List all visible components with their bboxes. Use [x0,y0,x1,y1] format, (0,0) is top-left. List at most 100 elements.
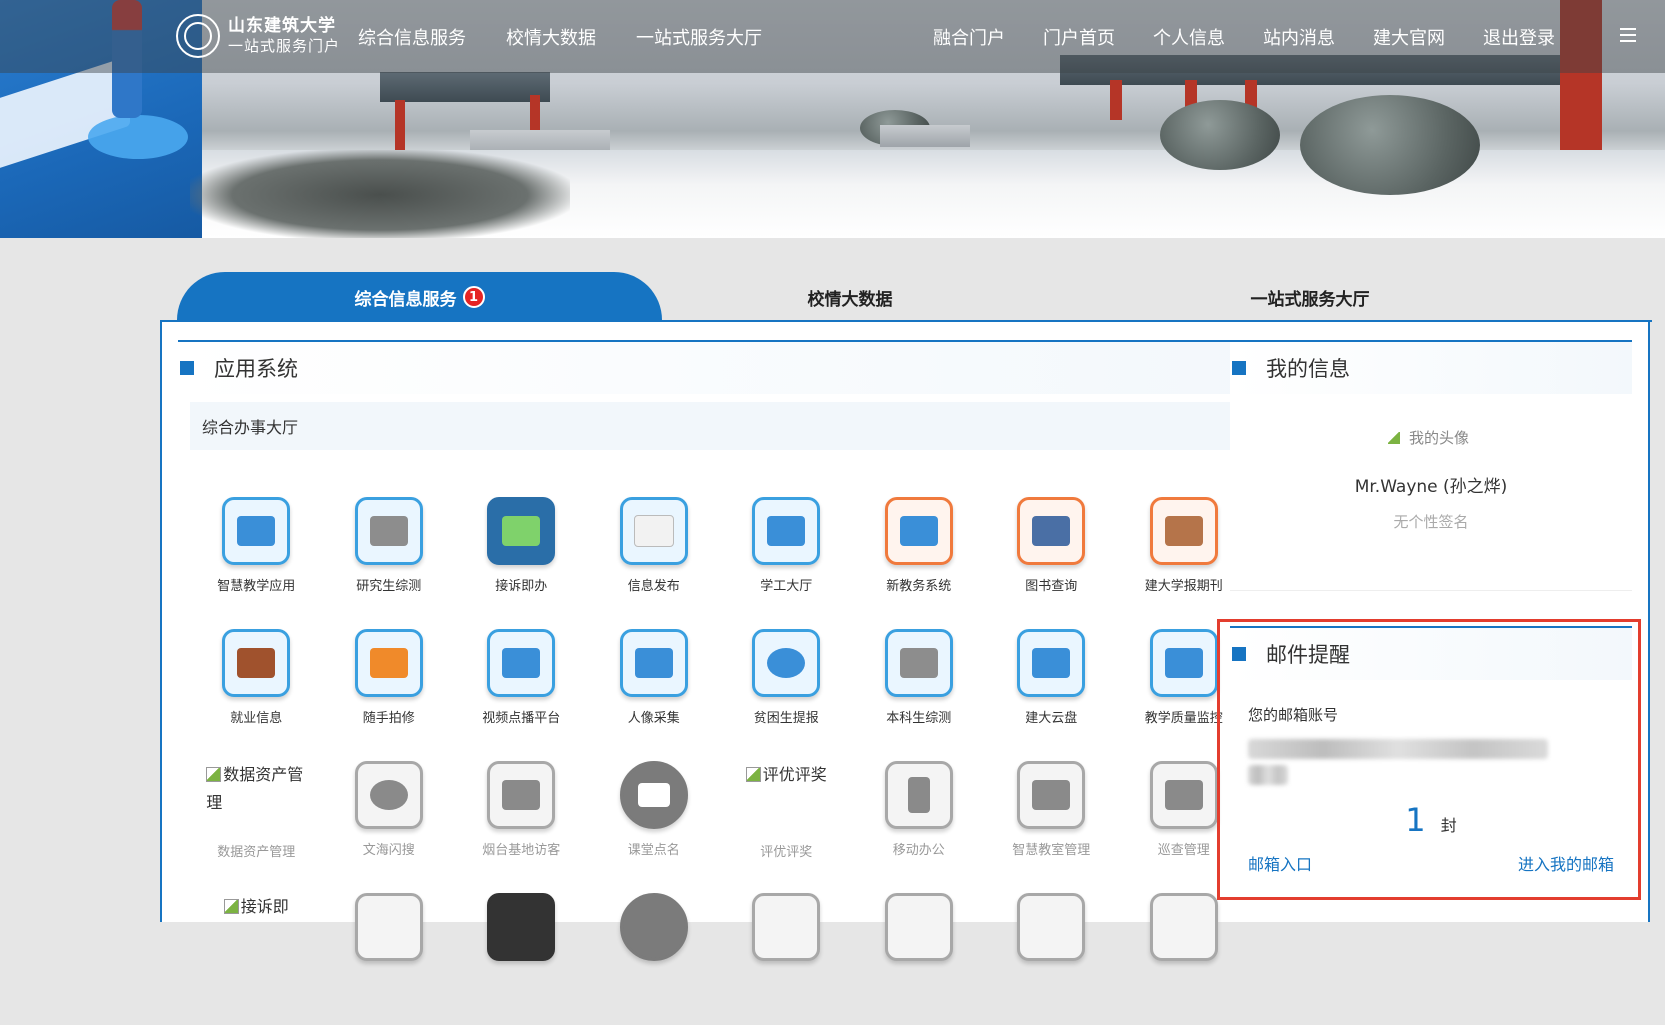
app-tile[interactable]: 接诉即 [190,893,323,1025]
portal-tabs: 综合信息服务 1 校情大数据 一站式服务大厅 [160,272,1650,322]
nav-personal-info[interactable]: 个人信息 [1153,24,1225,50]
app-label: 评优评奖 [760,845,813,860]
app-tile[interactable] [720,893,853,1025]
app-icon [487,893,556,961]
broken-image-icon [1388,432,1400,444]
nav-service-hall[interactable]: 一站式服务大厅 [636,24,762,50]
nav-integrated-info[interactable]: 综合信息服务 [358,24,466,50]
university-logo[interactable]: 山东建筑大学 一站式服务门户 [176,14,340,58]
app-tile[interactable]: 研究生综测 [323,497,456,629]
section-title: 我的信息 [1266,357,1350,381]
nav-campus-bigdata[interactable]: 校情大数据 [506,24,596,50]
open-my-mail-link[interactable]: 进入我的邮箱 [1518,851,1614,875]
mail-entry-link[interactable]: 邮箱入口 [1248,851,1312,875]
app-label: 移动办公 [892,843,945,858]
tab-campus-bigdata[interactable]: 校情大数据 [760,272,940,322]
app-tile[interactable]: 人像采集 [588,629,721,761]
app-tile[interactable]: 烟台基地访客 [455,761,588,893]
app-tile[interactable] [323,893,456,1025]
app-tile[interactable]: 数据资产管理 数据资产管理 [190,761,323,893]
app-tile[interactable]: 就业信息 [190,629,323,761]
section-title: 应用系统 [214,357,298,381]
app-label: 建大学报期刊 [1144,579,1223,594]
mail-count-unit: 封 [1440,816,1457,835]
nav-portal-home[interactable]: 门户首页 [1043,24,1115,50]
nav-university-website[interactable]: 建大官网 [1373,24,1445,50]
app-tile[interactable]: 贫困生提报 [720,629,853,761]
app-label: 建大云盘 [1025,711,1078,726]
nav-logout[interactable]: 退出登录 [1483,24,1555,50]
briefcase-icon [222,629,291,697]
tab-label: 一站式服务大厅 [1250,289,1370,310]
book-stack-icon [884,629,953,697]
app-tile[interactable]: 视频点播平台 [455,629,588,761]
avatar[interactable]: 我的头像 [1230,424,1632,452]
notification-badge: 1 [462,286,485,308]
university-name: 山东建筑大学 [228,16,336,36]
app-label: 随手拍修 [362,711,415,726]
app-label: 人像采集 [627,711,680,726]
app-label: 烟台基地访客 [482,843,561,858]
app-tile[interactable]: 移动办公 [853,761,986,893]
app-tile[interactable]: 建大云盘 [985,629,1118,761]
section-marker-icon [180,361,194,375]
image-alt-text: 接诉即 [240,897,289,916]
app-tile[interactable] [853,893,986,1025]
app-label: 智慧教学应用 [217,579,296,594]
nav-site-messages[interactable]: 站内消息 [1263,24,1335,50]
app-label: 研究生综测 [356,579,422,594]
section-header: 我的信息 [1230,342,1632,394]
tab-label: 校情大数据 [807,289,893,310]
app-tile[interactable]: 本科生综测 [853,629,986,761]
app-tile[interactable]: 新教务系统 [853,497,986,629]
app-label: 学工大厅 [760,579,813,594]
app-tile[interactable]: 智慧教学应用 [190,497,323,629]
app-label: 文海闪搜 [362,843,415,858]
video-icon [487,629,556,697]
presentation-icon [1149,761,1218,829]
staff-icon [752,497,821,565]
university-seal-icon [176,14,220,58]
section-header: 应用系统 [178,342,1261,394]
tab-service-hall[interactable]: 一站式服务大厅 [1220,272,1400,322]
broken-image-icon: 接诉即 [206,893,306,963]
app-tile[interactable] [588,893,721,1025]
app-label: 贫困生提报 [753,711,819,726]
section-marker-icon [1232,647,1246,661]
classroom-icon [1017,761,1086,829]
app-tile[interactable] [455,893,588,1025]
hamburger-icon[interactable] [1620,28,1636,42]
app-tile[interactable] [985,893,1118,1025]
app-icon [1149,893,1218,961]
app-tile[interactable]: 评优评奖 评优评奖 [720,761,853,893]
app-grid: 智慧教学应用 研究生综测 接诉即办 信息发布 学工大厅 新教务系统 图书查询 建… [190,497,1250,1025]
app-label: 本科生综测 [886,711,952,726]
app-label: 接诉即办 [495,579,548,594]
app-tile[interactable]: 接诉即办 [455,497,588,629]
app-icon [619,893,688,961]
presentation-icon [1017,629,1086,697]
app-tile[interactable]: 学工大厅 [720,497,853,629]
app-label: 图书查询 [1025,579,1078,594]
app-tile[interactable]: 文海闪搜 [323,761,456,893]
portal-subtitle: 一站式服务门户 [228,37,341,55]
nav-fusion-portal[interactable]: 融合门户 [933,24,1005,50]
broken-image-icon: 评优评奖 [736,761,836,831]
app-label: 数据资产管理 [217,845,296,860]
roll-call-icon [619,761,688,829]
app-tile[interactable]: 随手拍修 [323,629,456,761]
app-tile[interactable]: 智慧教室管理 [985,761,1118,893]
book-stack-icon [354,497,423,565]
app-icon [1017,893,1086,961]
app-label: 巡查管理 [1157,843,1210,858]
tab-integrated-info[interactable]: 综合信息服务 1 [177,272,662,322]
app-label: 新教务系统 [886,579,952,594]
my-info-panel: 我的信息 我的头像 Mr.Wayne (孙之烨) 无个性签名 [1230,340,1632,591]
app-tile[interactable]: 信息发布 [588,497,721,629]
app-tile[interactable]: 图书查询 [985,497,1118,629]
app-tile[interactable] [1118,893,1251,1025]
app-label: 智慧教室管理 [1012,843,1091,858]
mail-count-row: 1 封 [1230,801,1632,839]
app-tile[interactable]: 课堂点名 [588,761,721,893]
redacted-email-address [1248,739,1548,759]
